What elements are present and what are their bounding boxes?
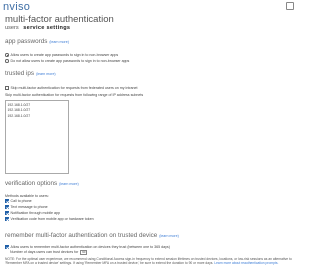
- app-passwords-title: app passwords: [5, 38, 48, 45]
- method-app-notification-label: Notification through mobile app: [10, 211, 61, 215]
- method-call-label: Call to phone: [10, 199, 32, 203]
- method-code-label: Verification code from mobile app or har…: [10, 217, 94, 221]
- top-header: nviso: [0, 0, 300, 13]
- method-code-checkbox[interactable]: [5, 217, 9, 221]
- deny-app-passwords-label: Do not allow users to create app passwor…: [10, 59, 130, 63]
- remember-mfa-option[interactable]: Allow users to remember multi-factor aut…: [5, 245, 170, 249]
- method-text-option[interactable]: Text message to phone: [5, 205, 48, 209]
- method-text-checkbox[interactable]: [5, 205, 9, 209]
- remember-mfa-title: remember multi-factor authentication on …: [5, 232, 158, 239]
- window-icon[interactable]: [286, 2, 294, 10]
- remember-mfa-note: NOTE: For the optimal user experience, w…: [5, 257, 297, 266]
- ip-range-label: Skip multi-factor authentication for req…: [5, 93, 144, 97]
- skip-federated-checkbox[interactable]: [5, 86, 9, 90]
- skip-federated-label: Skip multi-factor authentication for req…: [10, 86, 138, 90]
- trusted-ips-learn-more-link[interactable]: (learn more): [36, 72, 56, 76]
- ip-subnets-textarea[interactable]: 192.168.1.0/27 192.168.1.0/27 192.168.1.…: [5, 100, 69, 174]
- method-call-checkbox[interactable]: [5, 199, 9, 203]
- trust-days-input[interactable]: 90: [80, 250, 88, 255]
- ip-subnet-entry: 192.168.1.0/27: [7, 113, 31, 118]
- method-app-notification-checkbox[interactable]: [5, 211, 9, 215]
- remember-mfa-learn-more-link[interactable]: (learn more): [159, 234, 179, 238]
- allow-app-passwords-option[interactable]: Allow users to create app passwords to s…: [5, 53, 118, 57]
- app-passwords-heading: app passwords (learn more): [5, 38, 69, 45]
- allow-app-passwords-radio[interactable]: [5, 53, 9, 57]
- skip-federated-option[interactable]: Skip multi-factor authentication for req…: [5, 86, 138, 90]
- method-call-option[interactable]: Call to phone: [5, 199, 32, 203]
- allow-app-passwords-label: Allow users to create app passwords to s…: [10, 53, 119, 57]
- trust-days-row: Number of days users can trust devices f…: [10, 250, 88, 255]
- method-app-notification-option[interactable]: Notification through mobile app: [5, 211, 60, 215]
- remember-mfa-heading: remember multi-factor authentication on …: [5, 232, 179, 239]
- deny-app-passwords-option[interactable]: Do not allow users to create app passwor…: [5, 59, 129, 63]
- trusted-ips-title: trusted ips: [5, 70, 35, 77]
- nviso-logo: nviso: [3, 1, 31, 13]
- verification-options-heading: verification options (learn more): [5, 180, 79, 187]
- ip-subnet-entry: 192.168.1.0/27: [7, 102, 31, 107]
- method-code-option[interactable]: Verification code from mobile app or har…: [5, 217, 94, 221]
- page-title: multi-factor authentication: [5, 14, 114, 25]
- app-passwords-learn-more-link[interactable]: (learn more): [49, 40, 69, 44]
- trusted-ips-heading: trusted ips (learn more): [5, 70, 56, 77]
- verification-learn-more-link[interactable]: (learn more): [59, 182, 79, 186]
- remember-mfa-checkbox[interactable]: [5, 245, 9, 249]
- deny-app-passwords-radio[interactable]: [5, 59, 9, 63]
- verification-options-title: verification options: [5, 180, 58, 187]
- trust-days-label: Number of days users can trust devices f…: [10, 250, 79, 254]
- remember-mfa-label: Allow users to remember multi-factor aut…: [10, 245, 170, 249]
- reauth-prompts-link[interactable]: Learn more about reauthentication prompt…: [214, 261, 278, 265]
- methods-label: Methods available to users:: [5, 194, 49, 198]
- tab-bar: users service settings: [5, 25, 73, 31]
- tab-service-settings[interactable]: service settings: [23, 25, 70, 31]
- method-text-label: Text message to phone: [10, 205, 48, 209]
- tab-users[interactable]: users: [5, 25, 19, 31]
